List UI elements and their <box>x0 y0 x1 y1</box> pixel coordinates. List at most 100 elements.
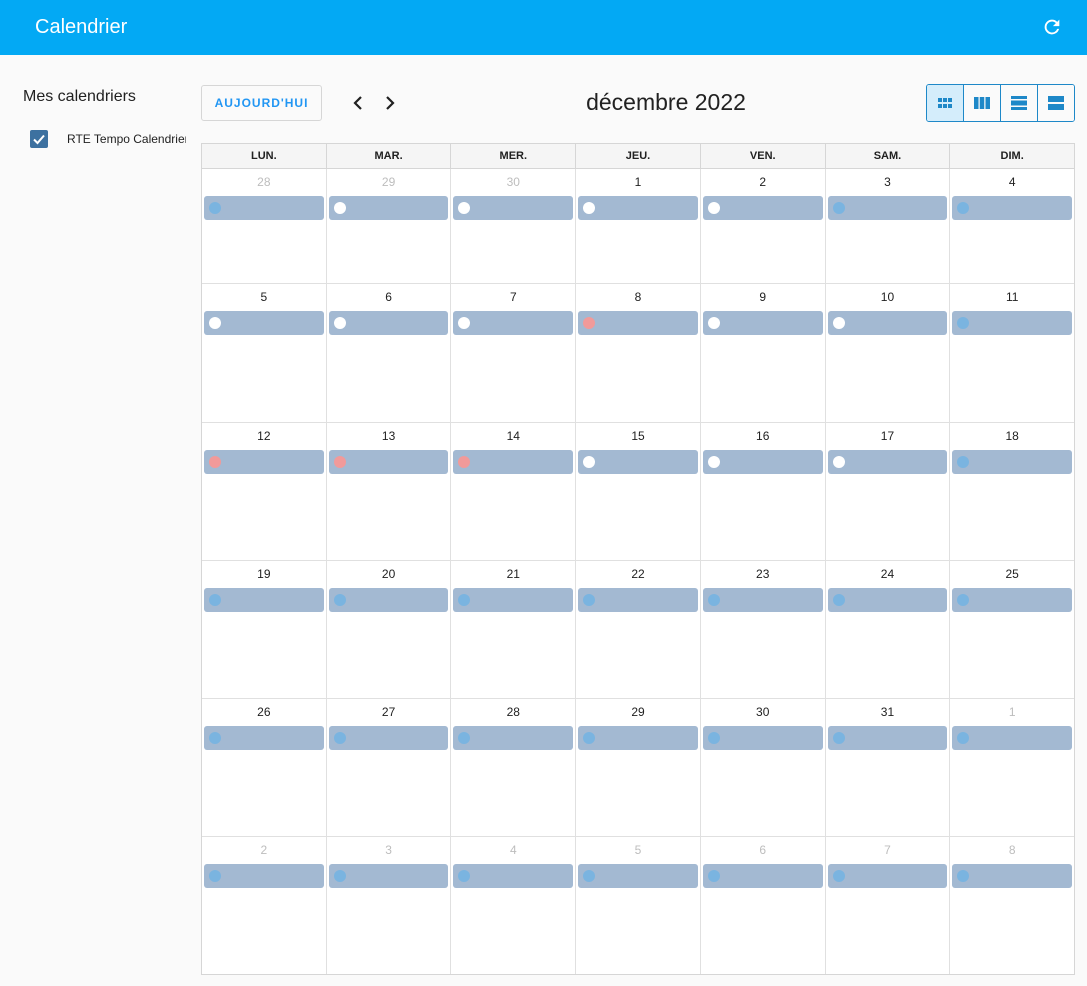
day-number: 23 <box>756 567 770 581</box>
day-cell[interactable]: 15 <box>575 423 700 560</box>
day-cell[interactable]: 28 <box>450 699 575 836</box>
tempo-event[interactable] <box>702 311 823 335</box>
checkbox-checked-icon[interactable] <box>30 130 48 148</box>
tempo-event[interactable] <box>578 588 698 612</box>
tempo-event[interactable] <box>827 588 948 612</box>
day-cell[interactable]: 27 <box>325 699 451 836</box>
tempo-color-dot-icon <box>957 870 970 882</box>
day-cell[interactable]: 8 <box>949 837 1074 974</box>
day-cell[interactable]: 13 <box>325 423 451 560</box>
day-cell[interactable]: 14 <box>450 423 575 560</box>
tempo-event[interactable] <box>702 196 823 220</box>
tempo-event[interactable] <box>578 864 698 888</box>
day-cell[interactable]: 5 <box>202 284 326 422</box>
tempo-event[interactable] <box>328 864 449 888</box>
day-cell[interactable]: 9 <box>699 284 825 422</box>
day-cell[interactable]: 4 <box>949 169 1074 283</box>
tempo-color-dot-icon <box>333 594 346 606</box>
day-cell[interactable]: 7 <box>824 837 950 974</box>
tempo-event[interactable] <box>204 450 324 474</box>
day-cell[interactable]: 20 <box>325 561 451 698</box>
tempo-event[interactable] <box>328 450 449 474</box>
tempo-event[interactable] <box>827 864 948 888</box>
tempo-event[interactable] <box>204 864 324 888</box>
day-cell[interactable]: 6 <box>699 837 825 974</box>
day-cell[interactable]: 17 <box>824 423 950 560</box>
tempo-event[interactable] <box>453 196 574 220</box>
tempo-event[interactable] <box>204 196 324 220</box>
tempo-event[interactable] <box>952 864 1073 888</box>
day-number: 28 <box>506 705 520 719</box>
day-cell[interactable]: 24 <box>824 561 950 698</box>
calendar-toggle-rte-tempo[interactable]: RTE Tempo Calendrier <box>30 130 190 150</box>
tempo-event[interactable] <box>952 588 1073 612</box>
prev-month-button[interactable] <box>345 90 371 116</box>
day-cell[interactable]: 12 <box>202 423 326 560</box>
day-cell[interactable]: 31 <box>824 699 950 836</box>
day-cell[interactable]: 8 <box>575 284 700 422</box>
refresh-icon[interactable] <box>1041 16 1063 38</box>
day-cell[interactable]: 5 <box>575 837 700 974</box>
tempo-event[interactable] <box>328 196 449 220</box>
tempo-event[interactable] <box>702 588 823 612</box>
day-cell[interactable]: 3 <box>325 837 451 974</box>
tempo-event[interactable] <box>578 726 698 750</box>
tempo-event[interactable] <box>952 196 1073 220</box>
day-cell[interactable]: 30 <box>450 169 575 283</box>
tempo-event[interactable] <box>204 311 324 335</box>
tempo-event[interactable] <box>328 588 449 612</box>
day-cell[interactable]: 2 <box>202 837 326 974</box>
tempo-event[interactable] <box>453 864 574 888</box>
day-cell[interactable]: 29 <box>575 699 700 836</box>
tempo-event[interactable] <box>827 450 948 474</box>
tempo-event[interactable] <box>328 311 449 335</box>
day-cell[interactable]: 18 <box>949 423 1074 560</box>
tempo-event[interactable] <box>328 726 449 750</box>
day-cell[interactable]: 19 <box>202 561 326 698</box>
tempo-event[interactable] <box>204 726 324 750</box>
tempo-event[interactable] <box>702 864 823 888</box>
day-number: 17 <box>880 429 895 443</box>
day-cell[interactable]: 30 <box>699 699 825 836</box>
day-cell[interactable]: 6 <box>325 284 451 422</box>
day-cell[interactable]: 1 <box>575 169 700 283</box>
day-cell[interactable]: 7 <box>450 284 575 422</box>
day-cell[interactable]: 22 <box>575 561 700 698</box>
tempo-event[interactable] <box>453 726 574 750</box>
view-list-button[interactable] <box>1037 85 1074 121</box>
view-month-button[interactable] <box>927 85 963 121</box>
day-cell[interactable]: 26 <box>202 699 326 836</box>
today-button[interactable]: AUJOURD'HUI <box>201 85 322 121</box>
next-month-button[interactable] <box>377 90 403 116</box>
tempo-event[interactable] <box>827 311 948 335</box>
tempo-event[interactable] <box>827 196 948 220</box>
tempo-event[interactable] <box>578 450 698 474</box>
day-cell[interactable]: 29 <box>325 169 451 283</box>
view-week-button[interactable] <box>963 85 1000 121</box>
tempo-event[interactable] <box>453 450 574 474</box>
day-cell[interactable]: 23 <box>699 561 825 698</box>
week-row: 28 29 30 1 2 3 4 <box>202 169 1074 283</box>
day-cell[interactable]: 11 <box>949 284 1074 422</box>
tempo-event[interactable] <box>578 196 698 220</box>
tempo-event[interactable] <box>204 588 324 612</box>
tempo-event[interactable] <box>952 311 1073 335</box>
day-cell[interactable]: 10 <box>824 284 950 422</box>
day-cell[interactable]: 28 <box>202 169 326 283</box>
view-day-button[interactable] <box>1000 85 1037 121</box>
tempo-event[interactable] <box>702 450 823 474</box>
tempo-event[interactable] <box>702 726 823 750</box>
day-cell[interactable]: 4 <box>450 837 575 974</box>
tempo-event[interactable] <box>453 588 574 612</box>
day-cell[interactable]: 16 <box>699 423 825 560</box>
day-cell[interactable]: 3 <box>824 169 950 283</box>
tempo-event[interactable] <box>827 726 948 750</box>
tempo-event[interactable] <box>952 450 1073 474</box>
tempo-event[interactable] <box>453 311 574 335</box>
day-cell[interactable]: 2 <box>699 169 825 283</box>
day-cell[interactable]: 1 <box>949 699 1074 836</box>
day-cell[interactable]: 21 <box>450 561 575 698</box>
tempo-event[interactable] <box>578 311 698 335</box>
day-cell[interactable]: 25 <box>949 561 1074 698</box>
tempo-event[interactable] <box>952 726 1073 750</box>
